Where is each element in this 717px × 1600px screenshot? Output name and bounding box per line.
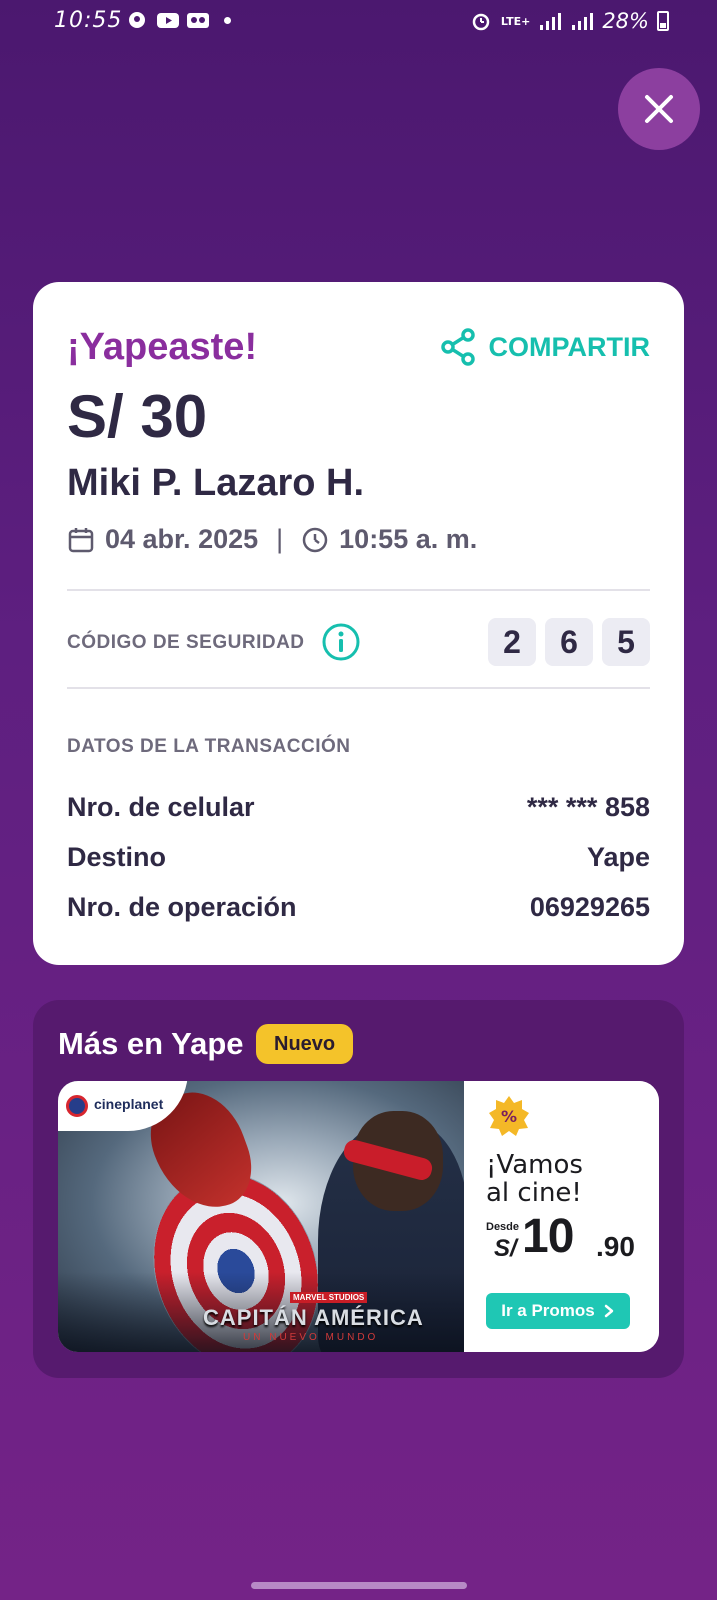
promo-section: Más en Yape Nuevo cineplanet MARVEL STUD… — [33, 1000, 684, 1378]
calendar-icon — [67, 526, 95, 554]
transaction-datetime: 04 abr. 2025 | 10:55 a. m. — [67, 524, 477, 555]
promo-banner[interactable]: cineplanet MARVEL STUDIOS CAPITÁN AMÉRIC… — [58, 1081, 659, 1352]
datetime-separator: | — [276, 524, 284, 554]
row-label: Nro. de operación — [67, 892, 297, 922]
new-badge: Nuevo — [256, 1024, 354, 1064]
home-indicator[interactable] — [251, 1582, 467, 1589]
divider — [67, 589, 650, 591]
security-digit: 6 — [545, 618, 593, 666]
row-label: Nro. de celular — [67, 792, 255, 822]
transaction-row: Destino Yape — [67, 842, 650, 873]
row-value: *** *** 858 — [526, 792, 650, 822]
receipt-title: ¡Yapeaste! — [67, 326, 258, 368]
transaction-row: Nro. de operación 06929265 — [67, 892, 650, 923]
discount-badge-icon: % — [488, 1095, 530, 1142]
share-button[interactable]: COMPARTIR — [439, 328, 651, 366]
share-label: COMPARTIR — [488, 331, 651, 362]
receipt-card: ¡Yapeaste! COMPARTIR S/ 30 Miki P. Lazar… — [33, 282, 684, 965]
alarm-icon — [472, 13, 490, 31]
headline-line: al cine! — [486, 1178, 582, 1208]
app-notification-icon — [129, 12, 145, 28]
close-icon — [645, 95, 673, 123]
studio-label: MARVEL STUDIOS — [290, 1292, 368, 1303]
security-digit: 5 — [602, 618, 650, 666]
battery-icon — [657, 11, 669, 31]
movie-title: CAPITÁN AMÉRICA — [203, 1305, 424, 1330]
transaction-row: Nro. de celular *** *** 858 — [67, 792, 650, 823]
signal-icon-2 — [572, 13, 594, 30]
promo-details: % ¡Vamos al cine! Desde S/ 10 .90 Ir a P… — [464, 1081, 659, 1352]
row-value: 06929265 — [529, 892, 650, 922]
security-code-label: CÓDIGO DE SEGURIDAD — [67, 632, 305, 653]
voicemail-icon — [187, 13, 209, 28]
share-icon — [440, 328, 475, 366]
headline-line: ¡Vamos — [486, 1150, 583, 1180]
status-right: LTE+ 28% — [469, 9, 669, 33]
row-value: Yape — [586, 842, 650, 872]
svg-text:%: % — [501, 1107, 517, 1126]
transaction-time: 10:55 a. m. — [339, 524, 478, 554]
youtube-icon — [157, 13, 179, 28]
network-type: LTE+ — [500, 14, 531, 28]
info-icon[interactable] — [321, 622, 361, 667]
movie-poster: cineplanet MARVEL STUDIOS CAPITÁN AMÉRIC… — [58, 1081, 464, 1352]
amount: S/ 30 — [67, 383, 208, 450]
price-integer: 10 — [522, 1210, 574, 1263]
row-label: Destino — [67, 842, 167, 872]
battery-percent: 28% — [602, 9, 649, 33]
chevron-right-icon — [604, 1304, 614, 1318]
price-currency: S/ — [494, 1235, 517, 1262]
promo-button-label: Ir a Promos — [501, 1301, 595, 1320]
recipient-name: Miki P. Lazaro H. — [67, 462, 365, 504]
status-bar: 10:55 LTE+ 28% — [0, 0, 717, 44]
status-time: 10:55 — [54, 8, 123, 33]
cineplanet-logo: cineplanet — [94, 1096, 164, 1112]
promo-headline: ¡Vamos al cine! — [486, 1151, 583, 1207]
close-button[interactable] — [618, 68, 700, 150]
divider — [67, 687, 650, 689]
clock-icon — [301, 526, 329, 554]
cineplanet-logo-icon — [66, 1095, 88, 1117]
security-code: 2 6 5 — [488, 618, 650, 666]
transaction-date: 04 abr. 2025 — [105, 524, 259, 554]
price-prefix: Desde — [486, 1221, 520, 1233]
price-decimal: .90 — [596, 1231, 635, 1262]
movie-subtitle: UN NUEVO MUNDO — [243, 1332, 379, 1343]
transaction-data-title: DATOS DE LA TRANSACCIÓN — [67, 736, 351, 757]
go-to-promos-button[interactable]: Ir a Promos — [486, 1293, 630, 1329]
notification-icons — [126, 10, 231, 30]
security-digit: 2 — [488, 618, 536, 666]
more-notifications-dot — [224, 16, 231, 24]
signal-icon — [540, 13, 562, 30]
promo-title: Más en Yape — [58, 1026, 244, 1061]
